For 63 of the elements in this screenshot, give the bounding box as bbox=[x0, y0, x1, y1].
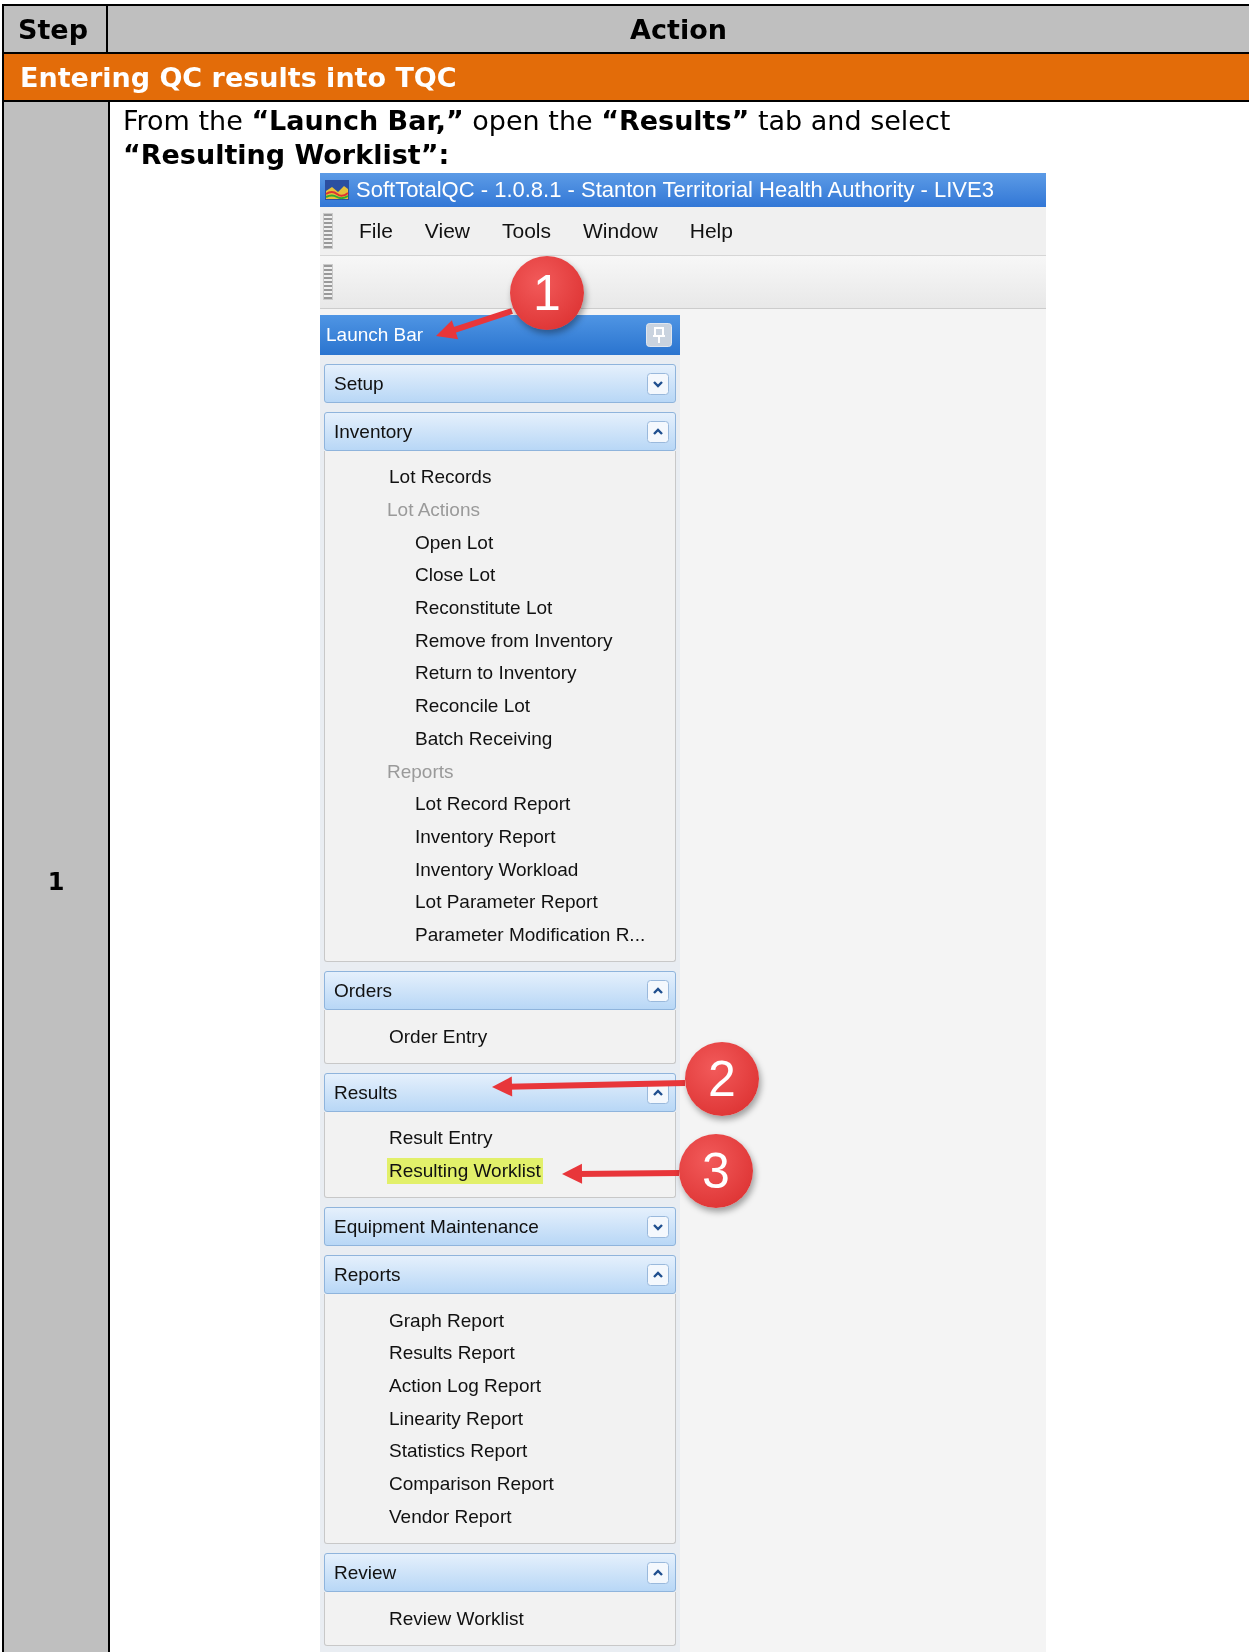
callout-number: 3 bbox=[679, 1134, 753, 1208]
column-header: Action bbox=[629, 12, 728, 47]
section-header[interactable]: Inventory bbox=[324, 412, 676, 451]
instruction-text: From the “Launch Bar,” open the “Results” tab and select “Resulting Worklist”: bbox=[122, 104, 952, 172]
launch-link[interactable]: Reconstitute Lot bbox=[413, 595, 555, 622]
collapse-chevron-icon[interactable] bbox=[647, 979, 669, 1002]
section-title: Results bbox=[334, 1081, 398, 1104]
expand-chevron-icon[interactable] bbox=[647, 372, 669, 395]
menu-item[interactable]: Tools bbox=[486, 219, 567, 243]
launch-link[interactable]: Resulting Worklist bbox=[387, 1158, 543, 1185]
launch-link[interactable]: Inventory Report bbox=[413, 823, 558, 850]
expand-chevron-icon[interactable] bbox=[647, 1215, 669, 1238]
launch-link[interactable]: Review Worklist bbox=[387, 1605, 526, 1632]
launch-link[interactable]: Parameter Modification R... bbox=[413, 921, 648, 948]
section-title: Equipment Maintenance bbox=[334, 1215, 539, 1238]
column-header: Step bbox=[4, 6, 108, 52]
panel-title: Launch Bar bbox=[326, 324, 424, 346]
section-heading: Entering QC results into TQC bbox=[4, 54, 1249, 102]
collapse-chevron-icon[interactable] bbox=[647, 1263, 669, 1286]
menu-item[interactable]: File bbox=[343, 219, 409, 243]
section-title: Setup bbox=[334, 372, 384, 395]
launch-link[interactable]: Return to Inventory bbox=[413, 660, 579, 687]
section-header[interactable]: Review bbox=[324, 1553, 676, 1593]
window-title: SoftTotalQC - 1.0.8.1 - Stanton Territorial Health Authority - LIVE3 bbox=[356, 177, 994, 203]
group-label: Lot Actions bbox=[387, 499, 480, 522]
launch-link[interactable]: Linearity Report bbox=[387, 1405, 526, 1432]
launch-link[interactable]: Result Entry bbox=[387, 1125, 495, 1152]
section-header[interactable]: Reports bbox=[324, 1255, 676, 1295]
collapse-chevron-icon[interactable] bbox=[647, 1561, 669, 1584]
group-label: Reports bbox=[387, 760, 454, 783]
section-title: Review bbox=[334, 1561, 397, 1584]
launch-link[interactable]: Graph Report bbox=[387, 1307, 507, 1334]
launch-link[interactable]: Action Log Report bbox=[387, 1373, 544, 1400]
launch-link[interactable]: Results Report bbox=[387, 1340, 517, 1367]
menu-item[interactable]: Window bbox=[567, 219, 674, 243]
section-title: Inventory bbox=[334, 420, 413, 443]
launch-link[interactable]: Lot Records bbox=[387, 464, 494, 491]
section-title: Orders bbox=[334, 979, 393, 1002]
launch-link[interactable]: Statistics Report bbox=[387, 1438, 530, 1465]
launch-link[interactable]: Lot Record Report bbox=[413, 791, 573, 818]
grip-handle-icon[interactable] bbox=[323, 213, 333, 249]
launch-link[interactable]: Inventory Workload bbox=[413, 856, 581, 883]
collapse-chevron-icon[interactable] bbox=[647, 420, 669, 443]
launch-link[interactable]: Open Lot bbox=[413, 529, 496, 556]
launch-link[interactable]: Reconcile Lot bbox=[413, 693, 533, 720]
section-header[interactable]: Orders bbox=[324, 971, 676, 1011]
menu-item[interactable]: Help bbox=[673, 219, 749, 243]
step-number: 1 bbox=[47, 868, 65, 896]
launch-link[interactable]: Batch Receiving bbox=[413, 725, 555, 752]
launch-link[interactable]: Vendor Report bbox=[387, 1503, 514, 1530]
launch-link[interactable]: Order Entry bbox=[387, 1023, 490, 1050]
launch-link[interactable]: Comparison Report bbox=[387, 1471, 556, 1498]
launch-link[interactable]: Close Lot bbox=[413, 562, 498, 589]
callout-number: 2 bbox=[685, 1042, 759, 1116]
section-header[interactable]: Setup bbox=[324, 364, 676, 403]
grip-handle-icon[interactable] bbox=[323, 264, 333, 300]
launch-link[interactable]: Lot Parameter Report bbox=[413, 889, 600, 916]
app-logo-icon bbox=[324, 179, 350, 201]
launch-link[interactable]: Remove from Inventory bbox=[413, 627, 615, 654]
section-title: Reports bbox=[334, 1263, 401, 1286]
menu-item[interactable]: View bbox=[408, 219, 486, 243]
section-header[interactable]: Equipment Maintenance bbox=[324, 1207, 676, 1247]
section-header[interactable]: Results bbox=[324, 1073, 676, 1112]
